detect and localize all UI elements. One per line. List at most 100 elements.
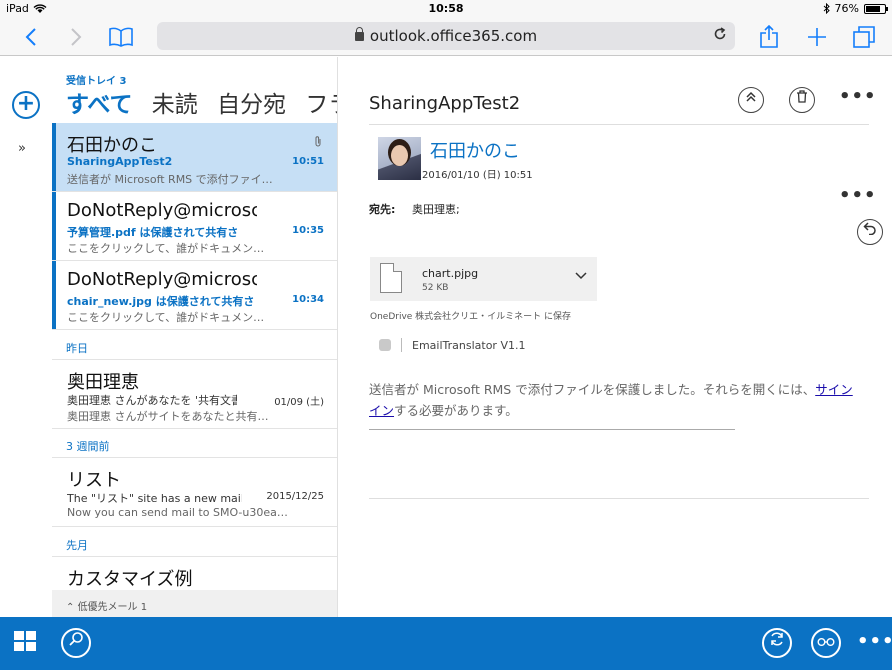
message-subject: 奥田理恵 さんがあなたを '共有文書: [67, 394, 237, 407]
lock-icon: [354, 26, 364, 41]
browser-toolbar: outlook.office365.com: [0, 18, 892, 56]
message-row-2[interactable]: DoNotReply@microsc 予算管理.pdf は保護されて共有さ 10…: [52, 192, 337, 261]
group-header-yesterday: 昨日: [52, 332, 337, 360]
reading-pane: SharingAppTest2 ••• 石田かのこ 2016/01/10 (日)…: [339, 57, 892, 617]
left-rail: + »: [0, 57, 52, 617]
unread-bar: [52, 261, 56, 329]
to-label: 宛先:: [369, 203, 396, 216]
app-more-button[interactable]: •••: [857, 631, 892, 652]
message-preview: Now you can send mail to SMO-u30ea…: [67, 506, 287, 519]
message-preview: 奥田理恵 さんがサイトをあなたと共有…: [67, 410, 269, 423]
bottom-app-bar: •••: [0, 617, 892, 670]
group-header-3-weeks: 3 週間前: [52, 430, 337, 458]
message-sender: リスト: [67, 470, 121, 491]
message-preview: ここをクリックして、誰がドキュメン…: [67, 242, 265, 255]
tabs-button[interactable]: [851, 24, 877, 50]
footer-divider: [369, 498, 869, 499]
battery-percent: 76%: [834, 2, 859, 15]
file-icon: [380, 263, 402, 293]
sender-name[interactable]: 石田かのこ: [430, 137, 520, 163]
avatar: [378, 137, 421, 180]
plus-icon: [808, 28, 826, 46]
share-icon: [760, 25, 778, 48]
attachment-card[interactable]: chart.pjpg 52 KB: [370, 257, 597, 301]
filter-pivots: すべて 未読 自分宛 フラ: [66, 85, 337, 119]
addin-icon: [379, 339, 391, 351]
expand-folders-button[interactable]: »: [18, 141, 26, 156]
message-subject: chair_new.jpg は保護されて共有さ: [67, 295, 255, 308]
status-right: 76%: [823, 2, 888, 15]
chevron-right-icon: [71, 28, 82, 46]
immersive-reader-button[interactable]: [811, 628, 841, 658]
reload-icon: [714, 27, 726, 40]
message-time: 10:35: [292, 225, 324, 236]
double-chevron-up-icon: ⌃: [66, 602, 78, 613]
pivot-flagged[interactable]: フラ: [305, 92, 337, 118]
message-sender: 石田かのこ: [67, 135, 157, 156]
more-actions-button[interactable]: •••: [839, 86, 877, 107]
addin-separator: [401, 338, 402, 352]
message-sender: 奥田理恵: [67, 372, 139, 393]
delete-button[interactable]: [789, 87, 815, 113]
message-row-4[interactable]: 奥田理恵 奥田理恵 さんがあなたを '共有文書 01/09 (土) 奥田理恵 さ…: [52, 360, 337, 429]
message-title: SharingAppTest2: [369, 93, 521, 114]
message-time: 10:34: [292, 294, 324, 305]
message-time: 01/09 (土): [274, 397, 324, 408]
sync-icon: [771, 632, 783, 646]
plus-circle-icon: +: [16, 91, 36, 116]
message-sender: DoNotReply@microsc: [67, 200, 257, 221]
body-text-1: 送信者が Microsoft RMS で添付ファイルを保護しました。それらを開く…: [369, 382, 816, 397]
collapse-button[interactable]: [738, 87, 764, 113]
battery-icon: [864, 3, 888, 14]
message-row-3[interactable]: DoNotReply@microsc chair_new.jpg は保護されて共…: [52, 261, 337, 330]
search-icon: [69, 632, 83, 646]
pivot-unread[interactable]: 未読: [152, 92, 198, 118]
low-priority-label: 低優先メール 1: [77, 602, 148, 613]
address-bar[interactable]: outlook.office365.com: [157, 22, 735, 50]
message-preview: ここをクリックして、誰がドキュメン…: [67, 311, 265, 324]
attachment-menu-button[interactable]: [575, 269, 587, 283]
reload-button[interactable]: [713, 26, 727, 45]
sync-button[interactable]: [762, 628, 792, 658]
low-priority-bar[interactable]: ⌃ 低優先メール 1: [52, 590, 337, 617]
double-chevron-right-icon: »: [18, 141, 26, 156]
back-button[interactable]: [18, 24, 44, 50]
message-time: 2015/12/25: [266, 491, 324, 502]
trash-icon: [797, 90, 807, 103]
more-icon: •••: [839, 86, 877, 107]
message-preview: 送信者が Microsoft RMS で添付ファイ…: [67, 173, 273, 186]
unread-bar: [52, 192, 56, 260]
body-text-2: する必要があります。: [394, 403, 518, 418]
new-tab-button[interactable]: [804, 24, 830, 50]
message-subject: SharingAppTest2: [67, 155, 173, 168]
message-row-1[interactable]: 石田かのこ SharingAppTest2 10:51 送信者が Microso…: [52, 123, 337, 192]
message-row-5[interactable]: リスト The "リスト" site has a new mailbo 2015…: [52, 458, 337, 527]
url-text: outlook.office365.com: [369, 27, 538, 45]
double-chevron-up-icon: [746, 91, 756, 102]
bookmarks-button[interactable]: [108, 24, 134, 50]
to-recipients[interactable]: 奥田理恵;: [412, 201, 460, 217]
compose-button[interactable]: +: [12, 91, 40, 119]
share-button[interactable]: [756, 24, 782, 50]
more-icon: •••: [839, 185, 877, 206]
sent-date: 2016/01/10 (日) 10:51: [422, 170, 533, 181]
reply-button[interactable]: [857, 219, 883, 245]
save-to-onedrive-link[interactable]: OneDrive 株式会社クリエ・イルミネート に保存: [370, 309, 571, 322]
tabs-icon: [853, 26, 875, 48]
app-root: iPad 10:58 76% outlook.office365.com + »…: [0, 0, 892, 670]
message-more-button[interactable]: •••: [839, 185, 877, 206]
chevron-left-icon: [25, 28, 36, 46]
header-divider: [369, 124, 869, 125]
body-divider: [369, 429, 735, 430]
pivot-all[interactable]: すべて: [66, 92, 132, 118]
status-time: 10:58: [428, 2, 464, 15]
pivot-to-me[interactable]: 自分宛: [217, 92, 286, 118]
addin-bar[interactable]: EmailTranslator V1.1: [379, 338, 525, 352]
search-button[interactable]: [61, 628, 91, 658]
app-grid-icon[interactable]: [14, 631, 38, 653]
forward-button[interactable]: [63, 24, 89, 50]
message-subject: 予算管理.pdf は保護されて共有さ: [67, 226, 239, 239]
message-list: 受信トレイ 3 すべて 未読 自分宛 フラ 石田かのこ SharingAppTe…: [52, 57, 338, 617]
book-icon: [109, 27, 133, 47]
reply-icon: [863, 222, 876, 236]
